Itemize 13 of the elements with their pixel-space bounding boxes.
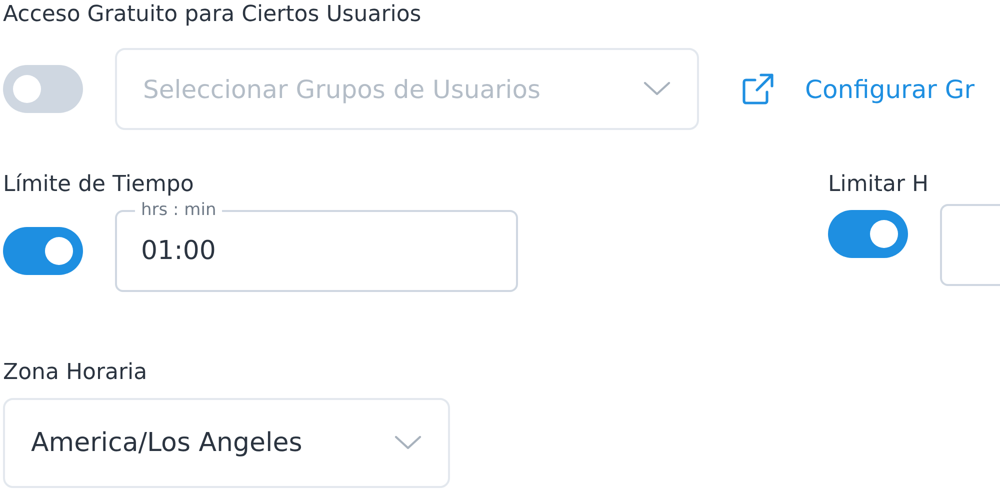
chevron-down-icon — [643, 81, 671, 97]
section-label: Zona Horaria — [3, 359, 148, 387]
time-input-field[interactable]: hrs : min 01:00 — [115, 198, 518, 292]
input-field[interactable] — [940, 204, 1000, 286]
timezone-dropdown[interactable]: America/Los Angeles — [3, 398, 450, 488]
section-label: Límite de Tiempo — [3, 171, 195, 199]
toggle-switch[interactable] — [3, 65, 83, 113]
section-label: Limitar H — [828, 171, 930, 199]
toggle-switch[interactable] — [3, 227, 83, 275]
section-label: Acceso Gratuito para Ciertos Usuarios — [3, 1, 422, 29]
external-link-icon — [741, 72, 775, 106]
toggle-switch[interactable] — [828, 210, 908, 258]
chevron-down-icon — [394, 435, 422, 451]
